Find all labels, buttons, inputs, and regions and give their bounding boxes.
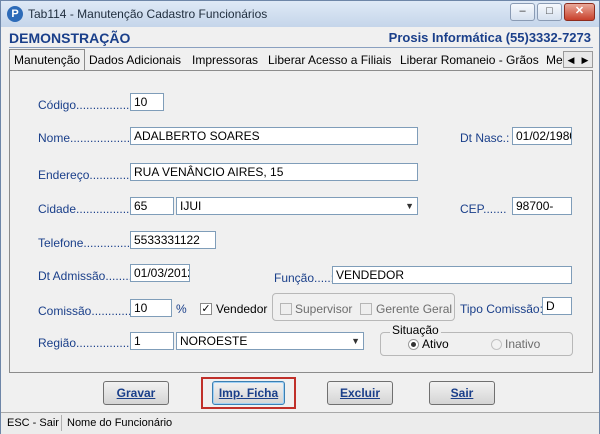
window-title: Tab114 - Manutenção Cadastro Funcionário…: [28, 7, 268, 21]
status-shortcut: ESC - Sair: [7, 417, 59, 429]
telefone-field[interactable]: 5533331122: [130, 231, 216, 249]
regiao-select[interactable]: NOROESTE ▼: [176, 332, 364, 350]
app-logo-icon: P: [7, 6, 23, 22]
gerente-geral-checkbox[interactable]: [360, 303, 372, 315]
inativo-radio[interactable]: [491, 339, 502, 350]
tab-impressoras[interactable]: Impressoras: [192, 51, 258, 70]
tab-next-icon[interactable]: ▶: [578, 53, 592, 67]
dt-nasc-field[interactable]: 01/02/1980: [512, 127, 572, 145]
inativo-label: Inativo: [505, 337, 541, 351]
cidade-code-field[interactable]: 65: [130, 197, 174, 215]
tipo-comissao-label: Tipo Comissão:: [460, 302, 543, 316]
funcao-field[interactable]: VENDEDOR: [332, 266, 572, 284]
telefone-label: Telefone................: [38, 236, 137, 250]
vendedor-checkbox[interactable]: ✓: [200, 303, 212, 315]
close-button[interactable]: ✕: [564, 3, 595, 21]
cep-field[interactable]: 98700-000: [512, 197, 572, 215]
app-window: P Tab114 - Manutenção Cadastro Funcionár…: [0, 0, 600, 434]
supervisor-checkbox[interactable]: [280, 303, 292, 315]
situacao-label: Situação: [390, 323, 441, 337]
dt-nasc-label: Dt Nasc.:: [460, 131, 510, 145]
gerente-geral-label: Gerente Geral: [376, 302, 453, 316]
dt-admissao-label: Dt Admissão........: [38, 269, 133, 283]
comissao-unit: %: [176, 302, 187, 316]
nome-label: Nome....................: [38, 131, 137, 145]
chevron-down-icon: ▼: [351, 336, 360, 346]
manutencao-panel: Código................. 10 Nome.........…: [9, 70, 593, 373]
cidade-select[interactable]: IJUI ▼: [176, 197, 418, 215]
tab-manutencao[interactable]: Manutenção: [9, 49, 86, 72]
regiao-code-field[interactable]: 1: [130, 332, 174, 350]
funcao-label: Função.....:: [274, 271, 335, 285]
status-field-hint: Nome do Funcionário: [67, 417, 173, 429]
button-bar: Gravar Imp. Ficha Excluir Sair: [9, 377, 593, 409]
minimize-button[interactable]: ‒: [510, 3, 535, 21]
vendedor-label: Vendedor: [216, 302, 268, 316]
codigo-field[interactable]: 10: [130, 93, 164, 111]
sair-button[interactable]: Sair: [429, 381, 495, 405]
tab-prev-icon[interactable]: ◀: [564, 53, 578, 67]
comissao-label: Comissão............:: [38, 304, 135, 318]
maximize-button[interactable]: □: [537, 3, 562, 21]
codigo-label: Código.................: [38, 98, 133, 112]
tab-strip: Manutenção Dados Adicionais Impressoras …: [9, 49, 593, 72]
dt-admissao-field[interactable]: 01/03/2012: [130, 264, 190, 282]
gravar-button[interactable]: Gravar: [103, 381, 169, 405]
cep-label: CEP.......: [460, 202, 507, 216]
status-bar: ESC - Sair Nome do Funcionário: [1, 412, 599, 434]
endereco-field[interactable]: RUA VENÂNCIO AIRES, 15: [130, 163, 418, 181]
tab-scroll-arrows: ◀ ▶: [563, 51, 593, 68]
nome-field[interactable]: ADALBERTO SOARES: [130, 127, 418, 145]
cidade-select-value: IJUI: [180, 199, 202, 213]
tab-more[interactable]: Me: [546, 51, 563, 70]
regiao-select-value: NOROESTE: [180, 334, 248, 348]
company-header: DEMONSTRAÇÃO Prosis Informática (55)3332…: [9, 29, 593, 48]
title-bar: P Tab114 - Manutenção Cadastro Funcionár…: [1, 1, 599, 27]
tab-dados-adicionais[interactable]: Dados Adicionais: [89, 51, 181, 70]
status-divider: [61, 415, 62, 431]
imp-ficha-button[interactable]: Imp. Ficha: [212, 381, 285, 405]
tab-liberar-romaneio-graos[interactable]: Liberar Romaneio - Grãos: [400, 51, 539, 70]
tab-liberar-acesso-filiais[interactable]: Liberar Acesso a Filiais: [268, 51, 391, 70]
chevron-down-icon: ▼: [405, 201, 414, 211]
ativo-label: Ativo: [422, 337, 449, 351]
endereco-label: Endereço.............: [38, 168, 133, 182]
excluir-button[interactable]: Excluir: [327, 381, 393, 405]
supervisor-label: Supervisor: [295, 302, 353, 316]
company-contact: Prosis Informática (55)3332-7273: [388, 30, 591, 45]
demo-label: DEMONSTRAÇÃO: [9, 30, 131, 46]
ativo-radio[interactable]: [408, 339, 419, 350]
comissao-field[interactable]: 10: [130, 299, 172, 317]
tipo-comissao-field[interactable]: D: [542, 297, 572, 315]
cidade-label: Cidade..................: [38, 202, 137, 216]
regiao-label: Região.................:: [38, 336, 137, 350]
